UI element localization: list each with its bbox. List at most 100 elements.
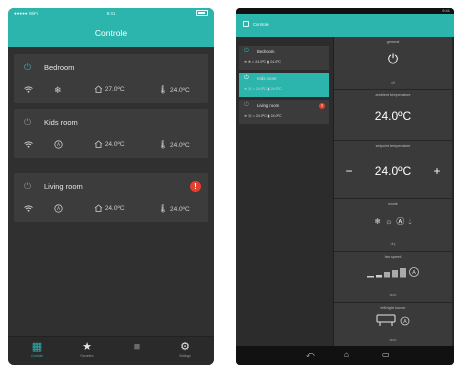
room-name: Bedroom (44, 63, 75, 72)
panel-footer: auto (389, 293, 397, 297)
panel-footer: auto (389, 338, 397, 342)
fan-speed-selector[interactable]: A (334, 265, 452, 281)
gear-icon: ⚙ (180, 341, 190, 353)
set-temp-block: 🌡︎ 24.0ºC (158, 203, 190, 216)
thermometer-icon: 🌡︎ (158, 204, 169, 213)
tab-favorites[interactable]: ★ Favorites (62, 340, 112, 359)
power-icon[interactable]: ⏻ (24, 117, 31, 127)
alert-badge[interactable]: ! (319, 103, 325, 109)
grid-icon: ▦ (31, 341, 43, 353)
clock: 9:41 (106, 11, 116, 16)
room-item-bedroom[interactable]: ⏻ Bedroom ≋ ❄ ⌂ 24.0ºC ▮ 24.0ºC (239, 46, 329, 70)
app-bar: Controle (236, 14, 454, 37)
auto-mode-icon: A (54, 203, 63, 215)
panel-header: general (386, 40, 400, 44)
wifi-icon (24, 139, 33, 151)
tab-bar: ▦ Controle ★ Favorites ■ ⚙ Settings (8, 336, 214, 365)
setpoint-temperature: 24.0ºC (169, 206, 190, 213)
setpoint-temperature-panel: setpoint temperature − 24.0ºC + (334, 141, 452, 199)
setpoint-temperature: 24.0ºC (270, 60, 281, 64)
room-temperature: 24.0ºC (255, 60, 267, 64)
room-status-row: ≋ ❄ ⌂ 24.0ºC ▮ 24.0ºC (244, 60, 281, 64)
power-icon[interactable]: ⏻ (244, 75, 249, 82)
louver-icon: A (376, 314, 410, 326)
increase-temp-button[interactable]: + (430, 164, 444, 178)
louver-panel: left/right louver A auto (334, 303, 452, 347)
room-status-row: ≋ Ⓐ ⌂ 24.0ºC ▮ 24.0ºC (244, 87, 282, 91)
room-name: Living room (44, 182, 83, 191)
panel-footer: dry (390, 242, 396, 246)
room-item-living-room[interactable]: ⏻ Living room ! ≋ Ⓐ ⌂ 24.0ºC ▮ 24.0ºC (239, 100, 329, 124)
cool-mode-icon[interactable]: ❄ (374, 217, 381, 226)
home-icon[interactable]: ⌂ (344, 350, 349, 360)
status-bar: ●●●●● WiFi 9:41 (8, 8, 214, 20)
svg-text:A: A (403, 319, 407, 325)
power-icon[interactable]: ⏻ (244, 102, 249, 109)
auto-mode-icon[interactable]: Ⓐ (396, 217, 404, 226)
house-icon (94, 140, 103, 149)
room-card-living-room[interactable]: ⏻ Living room ! A 24.0ºC 🌡︎ 24.0ºC (14, 173, 208, 222)
back-icon[interactable]: ⤺ (306, 350, 315, 360)
setpoint-temperature: 24.0ºC (270, 87, 282, 91)
power-toggle-icon[interactable]: ⏻ (334, 52, 452, 66)
recents-icon[interactable]: ▭ (382, 350, 390, 360)
ambient-temperature-panel: ambient temperature 24.0ºC (334, 90, 452, 141)
room-card-bedroom[interactable]: ⏻ Bedroom ❄ 27.0ºC 🌡︎ 24.0ºC (14, 54, 208, 103)
mode-options: ❄ ☼ Ⓐ 💧︎ (334, 216, 452, 227)
tab-blank[interactable]: ■ (112, 340, 162, 359)
panel-footer: off (391, 81, 395, 85)
house-icon (94, 85, 103, 94)
power-icon[interactable]: ⏻ (244, 48, 249, 55)
room-item-kids-room[interactable]: ⏻ Kids room ≋ Ⓐ ⌂ 24.0ºC ▮ 24.0ºC (239, 73, 329, 97)
room-temp-block: 24.0ºC (94, 203, 125, 215)
house-icon (94, 204, 103, 213)
tab-label: Controle (30, 354, 44, 358)
tab-controle[interactable]: ▦ Controle (12, 340, 62, 359)
system-nav-bar: ⤺ ⌂ ▭ (236, 346, 454, 365)
general-panel: general ⏻ off (334, 37, 452, 90)
room-name: Bedroom (257, 49, 275, 54)
svg-text:A: A (412, 270, 416, 276)
power-icon[interactable]: ⏻ (24, 62, 31, 72)
heat-mode-icon[interactable]: ☼ (385, 217, 392, 226)
tablet-screen: 9:41 Controle ⏻ Bedroom ≋ ❄ ⌂ 24.0ºC ▮ 2… (236, 8, 454, 365)
app-icon (243, 21, 249, 27)
fan-speed-bars-icon: A (367, 267, 419, 278)
panel-header: setpoint temperature (375, 144, 411, 148)
room-card-kids-room[interactable]: ⏻ Kids room A 24.0ºC 🌡︎ 24.0ºC (14, 109, 208, 158)
star-icon: ★ (82, 341, 92, 353)
room-temp-block: 24.0ºC (94, 139, 125, 151)
panel-header: left/right louver (380, 306, 406, 310)
tab-settings[interactable]: ⚙ Settings (160, 340, 210, 359)
tab-label: Favorites (80, 354, 94, 358)
room-name: Kids room (44, 118, 78, 127)
set-temp-block: 🌡︎ 24.0ºC (158, 139, 190, 152)
room-status-row: A 24.0ºC 🌡︎ 24.0ºC (24, 203, 200, 215)
setpoint-temperature: 24.0ºC (169, 142, 190, 149)
auto-mode-icon: A (54, 139, 63, 151)
panel-header: ambient temperature (375, 93, 411, 97)
dry-mode-icon[interactable]: 💧︎ (408, 217, 411, 226)
tab-label (112, 354, 162, 359)
panel-header: fan speed (384, 255, 402, 259)
set-temp-block: 🌡︎ 24.0ºC (158, 84, 190, 97)
room-status-row: A 24.0ºC 🌡︎ 24.0ºC (24, 139, 200, 151)
power-icon[interactable]: ⏻ (24, 181, 31, 191)
thermometer-icon: 🌡︎ (158, 140, 169, 149)
wifi-icon (24, 84, 33, 96)
room-temperature: 24.0ºC (255, 114, 267, 118)
room-list: ⏻ Bedroom ≋ ❄ ⌂ 24.0ºC ▮ 24.0ºC ⏻ Kids r… (236, 37, 334, 346)
fan-speed-panel: fan speed A auto (334, 252, 452, 303)
app-bar: Controle (8, 20, 214, 47)
room-name: Kids room (257, 76, 277, 81)
thermometer-icon: 🌡︎ (158, 85, 169, 94)
battery-icon (196, 10, 208, 16)
room-status-row: ≋ Ⓐ ⌂ 24.0ºC ▮ 24.0ºC (244, 114, 282, 118)
room-temp-block: 27.0ºC (94, 84, 125, 96)
phone-screen: ●●●●● WiFi 9:41 Controle ⏻ Bedroom ❄ 27.… (8, 8, 214, 365)
page-title: Controle (94, 28, 128, 38)
louver-selector[interactable]: A (334, 314, 452, 330)
alert-badge[interactable]: ! (190, 181, 201, 192)
ambient-temperature-value: 24.0ºC (374, 109, 412, 123)
app-title: Controle (253, 22, 269, 27)
